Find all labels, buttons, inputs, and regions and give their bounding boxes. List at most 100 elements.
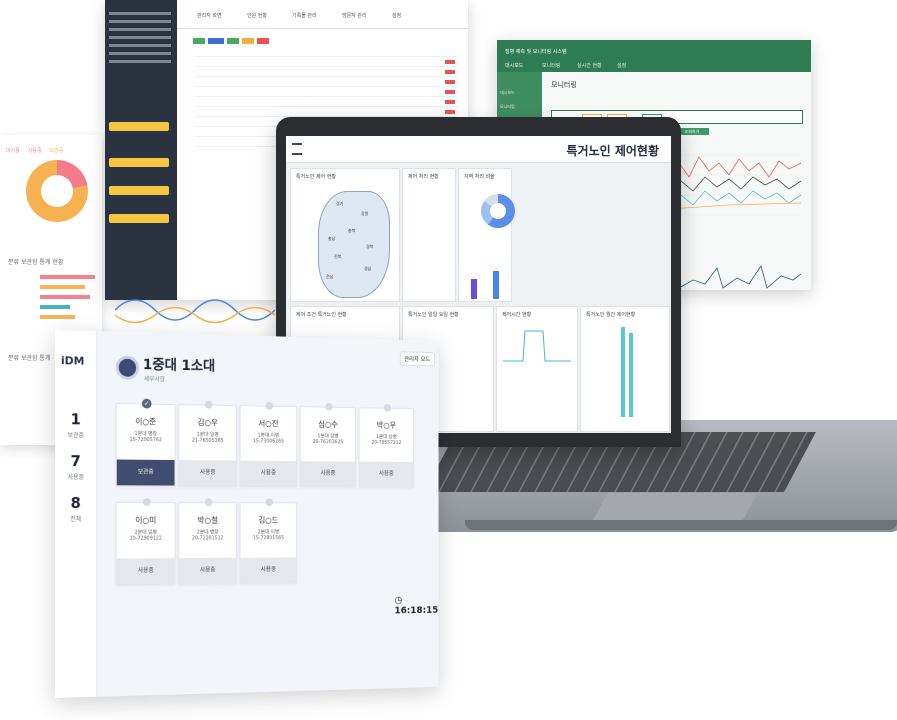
- app-topbar: 특거노인 제어현황: [286, 136, 671, 163]
- person-id: 20-76203625: [312, 439, 344, 446]
- count-label: 보관중: [67, 432, 84, 440]
- sidebar-row[interactable]: [109, 28, 171, 31]
- person-status[interactable]: 사용중: [116, 558, 175, 585]
- reset-button[interactable]: [109, 186, 169, 195]
- menu-item[interactable]: 설정: [617, 62, 626, 69]
- person-status[interactable]: 보관중: [116, 459, 175, 486]
- sidebar-item[interactable]: 모니터링: [500, 104, 515, 110]
- person-status[interactable]: 사용중: [179, 460, 236, 486]
- panel-title: 제어 처리 현황: [408, 174, 439, 180]
- trackpad: [592, 493, 758, 521]
- legend: 미사용 사용중 보관중: [6, 147, 63, 154]
- filter-chip[interactable]: [193, 38, 205, 44]
- filter-chips: [193, 38, 269, 44]
- map-label: 경북: [366, 244, 374, 249]
- stat-bar: [40, 285, 85, 289]
- status-dot-icon: [142, 498, 151, 507]
- menu-icon[interactable]: [292, 143, 302, 155]
- person-card[interactable]: 심○수 1분대 상병 20-76203625 사용중: [299, 402, 357, 488]
- table-row[interactable]: [195, 110, 457, 117]
- idm-window: iDM 1 보관중 7 사용중 8 전체 1중대 1소대 세부사항 관리자 모드…: [55, 330, 439, 698]
- person-card[interactable]: 김○우 1분대 일병 21-76505365 사용중: [178, 400, 237, 487]
- map-label: 충남: [328, 236, 336, 241]
- panel-ratio: 지역 처리 비율: [458, 168, 512, 302]
- menu-item[interactable]: 대시보드: [505, 62, 523, 69]
- person-status[interactable]: 사용중: [240, 460, 297, 487]
- panel-title: 특거노인 월간 제어현황: [586, 312, 636, 318]
- legend-item: 사용중: [27, 148, 42, 154]
- table-row[interactable]: [195, 50, 457, 57]
- status-badge: [445, 90, 455, 94]
- region-map[interactable]: [318, 191, 390, 298]
- print-button[interactable]: [109, 158, 169, 167]
- sidebar-row[interactable]: [109, 20, 171, 23]
- tab[interactable]: 방문자 관리: [342, 12, 367, 19]
- clock-icon: ◷: [394, 595, 403, 606]
- stat-bar: [40, 275, 95, 279]
- panel-stats: 제어 처리 현황: [402, 168, 456, 302]
- table-row[interactable]: [195, 80, 457, 87]
- sidebar-row[interactable]: [109, 60, 171, 63]
- person-card[interactable]: 김○드 2분대 이병 15-72801565 사용중: [239, 498, 298, 584]
- bar: [471, 279, 477, 299]
- sidebar-row[interactable]: [109, 12, 171, 15]
- status-dot-icon: [204, 498, 213, 507]
- table-row[interactable]: [195, 100, 457, 107]
- person-status[interactable]: 사용중: [359, 461, 414, 487]
- tab[interactable]: 설정: [392, 12, 401, 19]
- section-title: 분류 보관함 통계: [8, 355, 51, 362]
- person-card[interactable]: 박○철 2분대 병장 20-72201512 사용중: [178, 498, 237, 585]
- person-name: 이○준: [135, 417, 157, 427]
- status-badge: [445, 70, 455, 74]
- sidebar-row[interactable]: [109, 44, 171, 47]
- count-label: 전체: [70, 515, 82, 523]
- stat-bar: [40, 295, 90, 299]
- panel-title: 제어시간 현황: [502, 312, 532, 318]
- table-row[interactable]: [195, 60, 457, 67]
- status-dot-icon: [265, 401, 274, 410]
- tab[interactable]: 관리자 화면: [197, 12, 222, 19]
- table-row[interactable]: [195, 90, 457, 97]
- status-badge: [445, 100, 455, 104]
- person-id: 20-79557212: [371, 439, 402, 446]
- wave-chart: [115, 299, 275, 324]
- panel-title: 특거노인 일일 요일 현황: [408, 312, 459, 318]
- tab[interactable]: 기록물 관리: [292, 12, 317, 19]
- status-dot-icon: [204, 400, 213, 409]
- person-card[interactable]: ✓ 이○준 1분대 병장 15-72005762 보관중: [115, 398, 176, 487]
- panel-title: 특거노인 제어 현황: [296, 174, 336, 180]
- person-card[interactable]: 박○우 1분대 상병 20-79557212 사용중: [358, 403, 414, 488]
- apply-button[interactable]: [109, 122, 169, 131]
- count-value: 8: [70, 494, 81, 513]
- person-status[interactable]: 사용중: [300, 461, 356, 487]
- laptop-edge: [465, 520, 897, 530]
- filter-chip[interactable]: [227, 38, 239, 44]
- menu-item[interactable]: 모니터링: [542, 62, 560, 69]
- sidebar-row[interactable]: [109, 52, 171, 55]
- person-status[interactable]: 사용중: [240, 557, 297, 583]
- admin-mode-button[interactable]: 관리자 모드: [399, 351, 435, 367]
- save-button[interactable]: [109, 214, 169, 223]
- tab[interactable]: 인원 현황: [247, 12, 267, 19]
- bar: [493, 271, 499, 299]
- stat-bar: [40, 315, 75, 319]
- person-card[interactable]: 서○진 1분대 이병 15-73006265 사용중: [239, 401, 298, 488]
- filter-chip[interactable]: [257, 38, 269, 44]
- person-name: 서○진: [258, 419, 279, 429]
- person-name: 김○우: [197, 418, 218, 428]
- status-dot-icon: [325, 402, 333, 411]
- filter-chip[interactable]: [208, 38, 224, 44]
- status-badge: [445, 60, 455, 64]
- count-value: 1: [70, 410, 81, 429]
- menu-item[interactable]: 실시간 현황: [577, 62, 602, 69]
- person-status[interactable]: 사용중: [179, 557, 236, 584]
- table-row[interactable]: [195, 70, 457, 77]
- sidebar-row[interactable]: [109, 36, 171, 39]
- sidebar-item[interactable]: 대시보드: [500, 90, 515, 96]
- panel-time: 제어시간 현황: [496, 306, 578, 432]
- person-name: 이○미: [135, 515, 157, 525]
- unit-avatar: [115, 355, 140, 380]
- person-card[interactable]: 이○미 2분대 일병 20-72909122 사용중: [115, 498, 176, 586]
- count-value: 7: [70, 452, 81, 471]
- filter-chip[interactable]: [242, 38, 254, 44]
